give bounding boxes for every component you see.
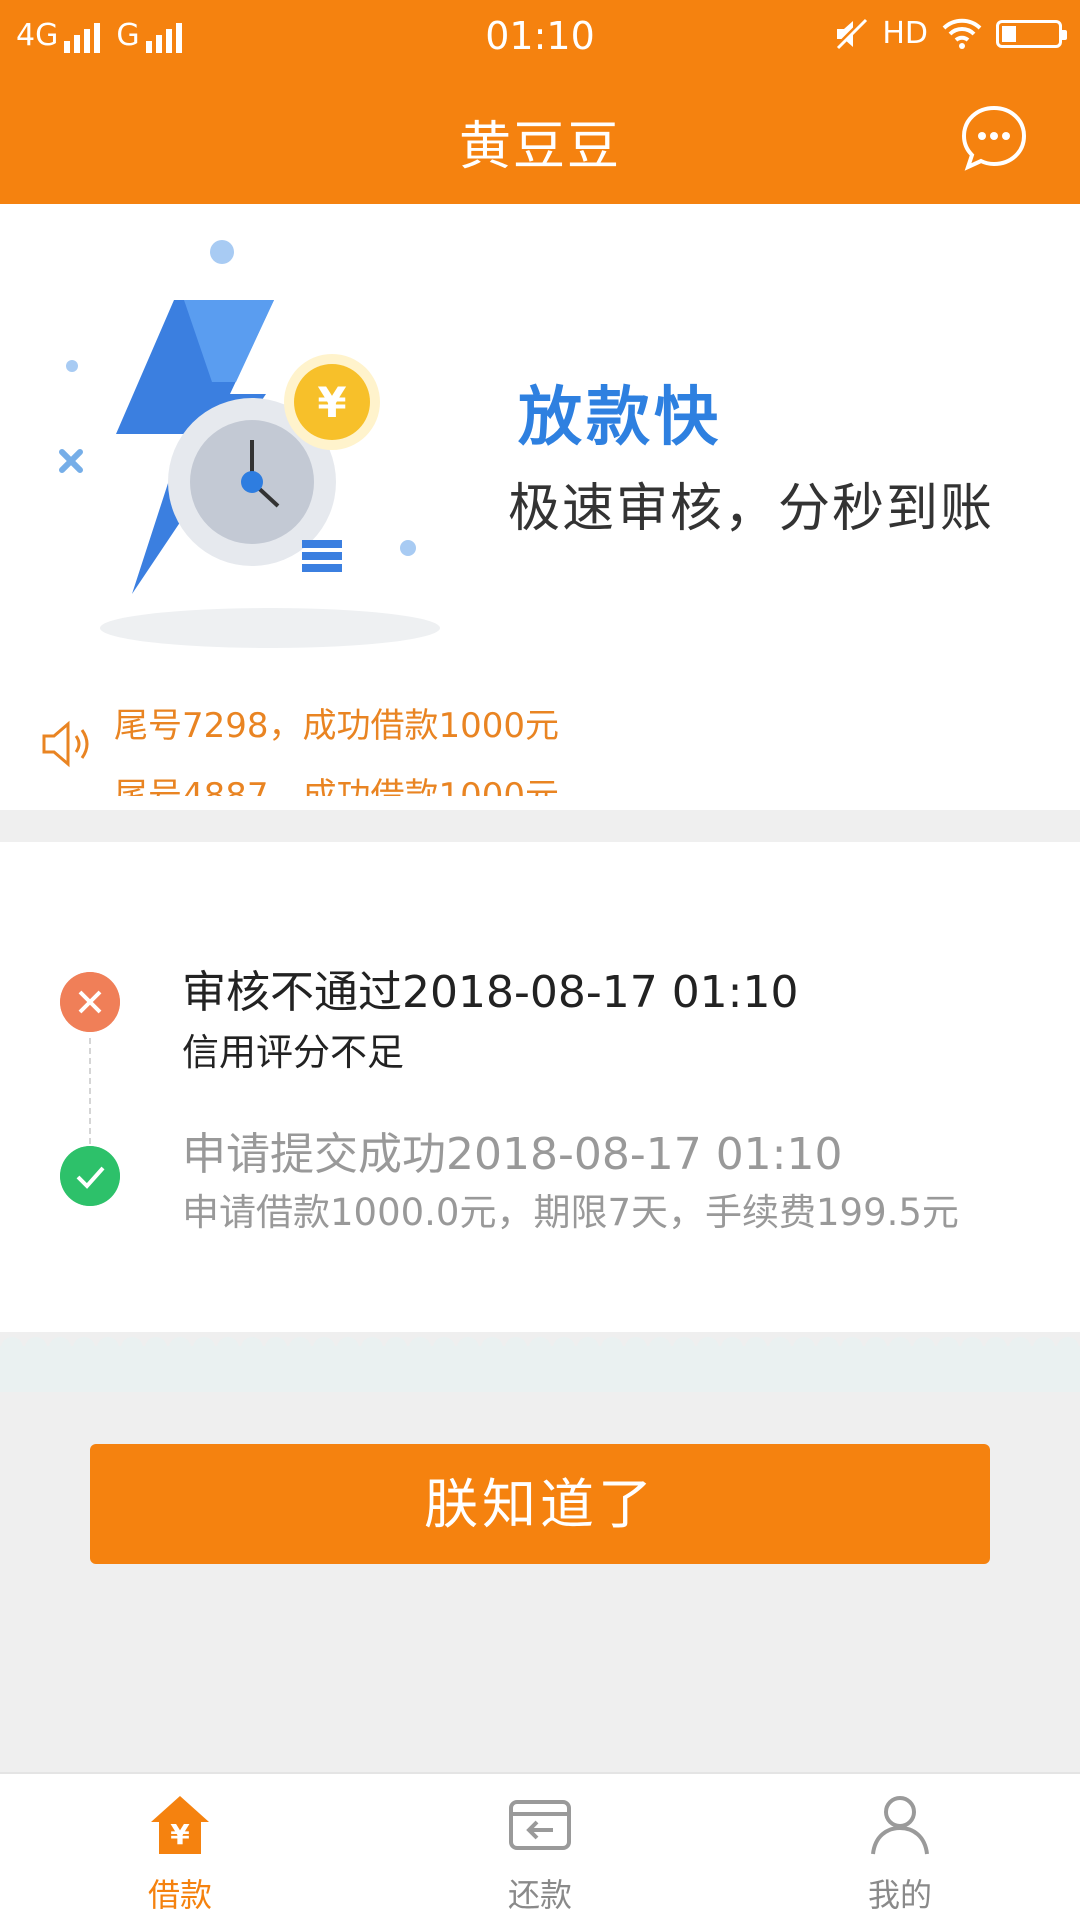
scallop-bump (289, 1337, 311, 1359)
scallop-bump (337, 1337, 359, 1359)
bottom-nav: ¥ 借款 还款 我的 (0, 1772, 1080, 1922)
close-icon (60, 972, 120, 1032)
page-title: 黄豆豆 (458, 117, 621, 177)
mute-icon (834, 17, 868, 50)
scallop-divider (0, 1337, 1080, 1392)
scallop-bump (49, 1337, 71, 1359)
scallop-bump (481, 1337, 503, 1359)
scallop-bump (505, 1337, 527, 1359)
event-description: 申请借款1000.0元，期限7天，手续费199.5元 (182, 1191, 959, 1234)
tab-borrow[interactable]: ¥ 借款 (0, 1774, 360, 1922)
event-description: 信用评分不足 (182, 1031, 404, 1074)
scallop-bump (889, 1337, 911, 1359)
scallop-bump (793, 1337, 815, 1359)
scallop-bump (169, 1337, 191, 1359)
scallop-bump (241, 1337, 263, 1359)
banner-slogan: 放款快 (518, 381, 722, 455)
scallop-bump (601, 1337, 623, 1359)
scallop-bump (409, 1337, 431, 1359)
scallop-bump (217, 1337, 239, 1359)
tab-repay[interactable]: 还款 (360, 1774, 720, 1922)
chat-bubble-icon[interactable] (960, 104, 1028, 172)
scallop-bump (577, 1337, 599, 1359)
scallop-bump (913, 1337, 935, 1359)
coin-yuan-symbol: ¥ (317, 378, 346, 427)
fast-loan-illustration: ¥ (59, 240, 440, 648)
scallop-bump (553, 1337, 575, 1359)
scallop-bump (1033, 1337, 1055, 1359)
scallop-bump (193, 1337, 215, 1359)
speaker-icon (42, 720, 89, 768)
wifi-icon (942, 18, 982, 49)
promo-banner[interactable]: ¥ 放款快 极速审核，分秒到账 尾号7298，成功借款1000元 尾号4887，… (0, 204, 1080, 810)
hd-label: HD (882, 16, 928, 51)
scallop-bump (313, 1337, 335, 1359)
scallop-bump (745, 1337, 767, 1359)
scallop-bump (673, 1337, 695, 1359)
repay-icon (509, 1800, 571, 1850)
home-yuan-icon: ¥ (151, 1796, 209, 1854)
scallop-bump (529, 1337, 551, 1359)
ticker-item: 尾号7298，成功借款1000元 (114, 706, 560, 746)
loan-ticker: 尾号7298，成功借款1000元 尾号4887，成功借款1000元 (0, 688, 1080, 796)
nav-yuan-symbol: ¥ (170, 1818, 190, 1851)
scallop-bump (265, 1337, 287, 1359)
scallop-bump (625, 1337, 647, 1359)
app-header: 4G G 01:10 HD 黄豆豆 (0, 0, 1080, 204)
scallop-bump (145, 1337, 167, 1359)
banner-subtitle: 极速审核，分秒到账 (508, 479, 995, 539)
event-title: 申请提交成功2018-08-17 01:10 (182, 1129, 843, 1180)
scallop-bump (721, 1337, 743, 1359)
scallop-bump (697, 1337, 719, 1359)
scallop-bump (841, 1337, 863, 1359)
scallop-bump (1009, 1337, 1031, 1359)
scallop-bump (865, 1337, 887, 1359)
ticker-item: 尾号4887，成功借款1000元 (114, 776, 560, 796)
battery-icon (996, 19, 1067, 48)
tab-mine[interactable]: 我的 (720, 1774, 1080, 1922)
scallop-bump (937, 1337, 959, 1359)
scallop-bump (1, 1337, 23, 1359)
application-status-card: 审核不通过2018-08-17 01:10 信用评分不足 申请提交成功2018-… (0, 842, 1080, 1392)
scallop-bump (961, 1337, 983, 1359)
scallop-bump (25, 1337, 47, 1359)
scallop-bump (97, 1337, 119, 1359)
tab-label: 借款 (147, 1876, 212, 1914)
scallop-bump (649, 1337, 671, 1359)
scallop-bump (361, 1337, 383, 1359)
scallop-bump (817, 1337, 839, 1359)
scallop-bump (1057, 1337, 1079, 1359)
scallop-bump (985, 1337, 1007, 1359)
scallop-bump (385, 1337, 407, 1359)
scallop-bump (121, 1337, 143, 1359)
event-title: 审核不通过2018-08-17 01:10 (182, 967, 799, 1018)
acknowledge-button[interactable]: 朕知道了 (90, 1444, 990, 1564)
tab-label: 还款 (507, 1876, 572, 1914)
scallop-bump (769, 1337, 791, 1359)
tab-label: 我的 (867, 1876, 932, 1914)
scallop-bump (433, 1337, 455, 1359)
scallop-bump (457, 1337, 479, 1359)
user-icon (871, 1796, 929, 1855)
scallop-bump (73, 1337, 95, 1359)
timeline-connector (89, 1038, 91, 1154)
check-icon (60, 1146, 120, 1206)
status-bar: 4G G 01:10 HD (0, 0, 1080, 78)
status-right: HD (834, 16, 1067, 51)
